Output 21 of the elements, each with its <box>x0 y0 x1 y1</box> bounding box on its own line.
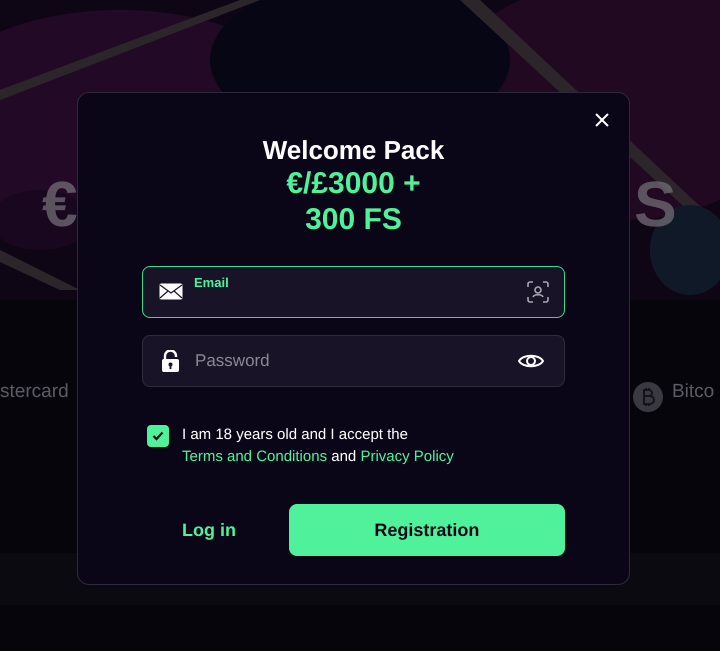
eye-icon[interactable] <box>518 352 544 370</box>
padlock-icon <box>162 350 179 372</box>
login-button[interactable]: Log in <box>142 504 289 556</box>
banner-headline: S <box>634 172 677 236</box>
email-field[interactable] <box>142 266 565 318</box>
payment-method-label: stercard <box>0 382 69 401</box>
banner-headline: € <box>42 172 78 236</box>
envelope-icon <box>159 283 183 300</box>
field-label: Email <box>194 274 229 292</box>
modal-title: Welcome Pack <box>262 134 444 166</box>
checkmark-icon <box>152 431 164 441</box>
bonus-offer: €/£3000 + 300 FS <box>285 166 422 238</box>
registration-button[interactable]: Registration <box>288 504 565 556</box>
payment-method-label: Bitco <box>672 382 714 401</box>
policy-link[interactable]: Privacy Policy <box>360 448 454 465</box>
password-field[interactable]: Password <box>142 335 565 387</box>
face-scan-icon <box>527 281 549 303</box>
consent-checkbox[interactable] <box>147 425 169 447</box>
close-icon <box>595 113 609 127</box>
policy-link[interactable]: Terms and Conditions <box>182 448 328 465</box>
consent-text: I am 18 years old and I accept the Terms and Conditions and Privacy Policy <box>182 425 455 467</box>
